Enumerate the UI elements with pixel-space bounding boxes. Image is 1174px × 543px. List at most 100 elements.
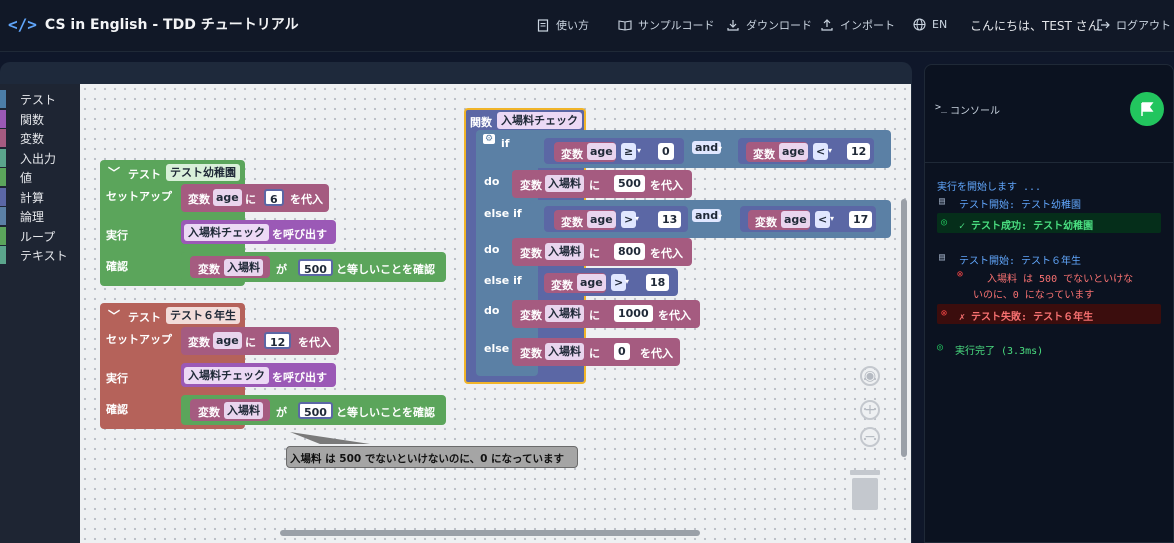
variable-keyword: 変数 xyxy=(198,406,220,419)
number-field[interactable]: 12 xyxy=(847,143,871,160)
function-name-field[interactable]: 入場料チェック xyxy=(497,112,582,129)
ga-label: が xyxy=(276,263,287,276)
zoom-out-icon[interactable]: − xyxy=(860,427,880,447)
variable-keyword: 変数 xyxy=(755,216,777,229)
operator-dropdown[interactable]: < xyxy=(813,143,829,160)
vertical-scrollbar[interactable] xyxy=(901,199,907,457)
if-keyword: if xyxy=(501,137,510,150)
toolbox-item-math[interactable]: 計算 xyxy=(0,188,44,206)
toolbox-item-text[interactable]: テキスト xyxy=(0,246,68,264)
operator-dropdown[interactable]: > xyxy=(611,274,627,291)
toolbox-item-function[interactable]: 関数 xyxy=(0,110,44,128)
recenter-icon[interactable]: ◉ xyxy=(860,366,880,386)
toolbox: テスト 関数 変数 入出力 値 計算 論理 ループ テキスト xyxy=(0,84,80,543)
blockly-workspace[interactable]: ﹀ テスト テスト幼稚園 セットアップ 実行 確認 変数 age に 6 を代入… xyxy=(80,84,911,543)
variable-name-field[interactable]: age xyxy=(779,143,808,160)
console-header: >_ コンソール xyxy=(925,65,1173,163)
variable-name-field[interactable]: 入場料 xyxy=(224,402,263,419)
ni-label: に xyxy=(589,347,600,360)
test-keyword: テスト xyxy=(128,311,161,324)
language-switch[interactable]: EN xyxy=(912,17,947,31)
number-field[interactable]: 12 xyxy=(264,332,292,349)
logout-label: ログアウト xyxy=(1116,19,1171,32)
nav-import-label: インポート xyxy=(840,19,895,32)
number-field[interactable]: 17 xyxy=(849,211,873,228)
variable-name-field[interactable]: 入場料 xyxy=(545,175,584,192)
variable-name-field[interactable]: 入場料 xyxy=(545,343,584,360)
nav-download[interactable]: ダウンロード xyxy=(726,17,812,33)
variable-name-field[interactable]: age xyxy=(213,189,242,206)
number-field[interactable]: 500 xyxy=(614,175,645,192)
trash-icon[interactable] xyxy=(848,468,882,512)
variable-name-field[interactable]: age xyxy=(213,332,242,349)
console-line-test1-pass: ✓ テスト成功: テスト幼稚園 xyxy=(959,221,1094,232)
chevron-down-icon[interactable]: ▾ xyxy=(718,144,722,153)
operator-dropdown[interactable]: < xyxy=(815,211,831,228)
ni-label: に xyxy=(589,247,600,260)
console-line-test1-start: テスト開始: テスト幼稚園 xyxy=(959,200,1082,211)
error-circle-icon: ⊗ xyxy=(941,308,948,319)
globe-icon xyxy=(912,17,926,31)
and-keyword: and xyxy=(692,141,722,154)
nav-sample-code[interactable]: サンプルコード xyxy=(618,17,714,33)
chevron-down-icon[interactable]: ▾ xyxy=(635,214,639,223)
horizontal-scrollbar[interactable] xyxy=(280,530,700,536)
function-name-field[interactable]: 入場料チェック xyxy=(184,224,269,241)
console-line-test2-error-1: 入場料 は 500 でないといけな xyxy=(987,274,1134,285)
operator-dropdown[interactable]: > xyxy=(621,211,637,228)
flag-icon xyxy=(1141,102,1154,116)
chevron-down-icon[interactable]: ▾ xyxy=(828,146,832,155)
run-flag-button[interactable] xyxy=(1130,92,1164,126)
toolbox-item-variable[interactable]: 変数 xyxy=(0,129,44,147)
variable-name-field[interactable]: age xyxy=(587,211,616,228)
variable-name-field[interactable]: age xyxy=(781,211,810,228)
collapse-chevron-icon[interactable]: ﹀ xyxy=(108,307,120,324)
gear-icon[interactable]: ⚙ xyxy=(483,134,496,144)
variable-name-field[interactable]: 入場料 xyxy=(224,259,263,276)
chevron-down-icon[interactable]: ▾ xyxy=(718,212,722,221)
toolbox-item-loop[interactable]: ループ xyxy=(0,227,55,245)
assign-label: を代入 xyxy=(298,336,331,349)
brand[interactable]: </> CS in English - TDD チュートリアル xyxy=(8,14,299,34)
chevron-down-icon[interactable]: ▾ xyxy=(625,277,629,286)
variable-keyword: 変数 xyxy=(520,347,542,360)
logout-button[interactable]: ログアウト xyxy=(1096,17,1171,33)
run-label: 実行 xyxy=(106,372,128,385)
function-name-field[interactable]: 入場料チェック xyxy=(184,367,269,384)
do-keyword: do xyxy=(484,175,500,188)
call-suffix-label: を呼び出す xyxy=(272,228,327,241)
category-swatch xyxy=(0,129,6,147)
test-name-field[interactable]: テスト幼稚園 xyxy=(166,164,240,181)
zoom-in-icon[interactable]: + xyxy=(860,400,880,420)
nav-howto[interactable]: 使い方 xyxy=(536,17,589,33)
number-field[interactable]: 1000 xyxy=(614,305,653,322)
category-swatch xyxy=(0,90,6,108)
variable-name-field[interactable]: age xyxy=(587,143,616,160)
toolbox-item-test[interactable]: テスト xyxy=(0,90,56,108)
toolbox-label: 関数 xyxy=(20,112,45,127)
variable-name-field[interactable]: 入場料 xyxy=(545,243,584,260)
toolbox-item-value[interactable]: 値 xyxy=(0,168,32,186)
number-field[interactable]: 18 xyxy=(646,274,670,291)
number-field[interactable]: 800 xyxy=(614,243,645,260)
nav-import[interactable]: インポート xyxy=(820,17,895,33)
expected-value-field[interactable]: 500 xyxy=(298,259,333,276)
chevron-down-icon[interactable]: ▾ xyxy=(637,146,641,155)
test-keyword: テスト xyxy=(128,168,161,181)
variable-name-field[interactable]: age xyxy=(577,274,606,291)
variable-keyword: 変数 xyxy=(520,179,542,192)
toolbox-item-logic[interactable]: 論理 xyxy=(0,207,44,225)
number-field[interactable]: 6 xyxy=(264,189,284,206)
test-name-field[interactable]: テスト６年生 xyxy=(166,307,240,324)
expected-value-field[interactable]: 500 xyxy=(298,402,333,419)
number-field[interactable]: 13 xyxy=(658,211,682,228)
toolbox-item-io[interactable]: 入出力 xyxy=(0,149,56,167)
number-field[interactable]: 0 xyxy=(614,343,630,360)
variable-name-field[interactable]: 入場料 xyxy=(545,305,584,322)
toolbox-label: テスト xyxy=(20,92,57,107)
operator-dropdown[interactable]: ≥ xyxy=(621,143,637,160)
collapse-chevron-icon[interactable]: ﹀ xyxy=(108,164,120,181)
category-swatch xyxy=(0,149,6,167)
chevron-down-icon[interactable]: ▾ xyxy=(830,214,834,223)
number-field[interactable]: 0 xyxy=(658,143,674,160)
